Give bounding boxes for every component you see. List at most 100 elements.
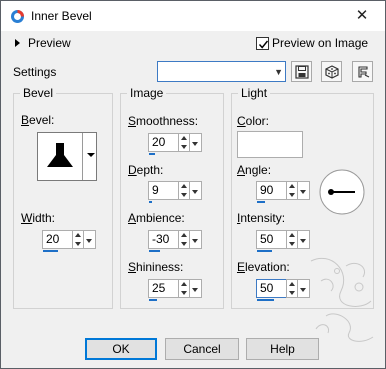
cancel-button[interactable]: Cancel xyxy=(165,338,239,360)
color-label: Color: xyxy=(237,114,270,128)
bevel-group-title: Bevel xyxy=(20,86,57,100)
width-stepper[interactable] xyxy=(72,230,84,249)
elevation-input[interactable]: 50 xyxy=(256,279,286,298)
help-button[interactable]: Help xyxy=(246,338,319,360)
arrow-up-icon[interactable] xyxy=(181,233,187,237)
shininess-input[interactable]: 25 xyxy=(148,279,178,298)
paint-icon xyxy=(11,10,24,23)
image-group-title: Image xyxy=(127,86,167,100)
depth-input[interactable]: 9 xyxy=(148,181,178,200)
light-color-swatch[interactable] xyxy=(237,131,303,158)
arrow-down-icon[interactable] xyxy=(181,145,187,149)
angle-slider-dropdown[interactable] xyxy=(298,181,310,200)
arrow-down-icon[interactable] xyxy=(181,242,187,246)
dice-icon xyxy=(325,65,339,79)
depth-stepper[interactable] xyxy=(178,181,190,200)
arrow-up-icon[interactable] xyxy=(289,184,295,188)
chevron-down-icon xyxy=(192,288,198,292)
depth-level-bar xyxy=(149,201,152,203)
elevation-level-bar xyxy=(257,299,274,301)
angle-stepper[interactable] xyxy=(286,181,298,200)
save-preset-button[interactable] xyxy=(291,61,312,82)
expand-arrow-icon[interactable] xyxy=(15,39,20,47)
ambience-level-bar xyxy=(149,250,160,252)
ok-button[interactable]: OK xyxy=(85,338,157,360)
chevron-down-icon xyxy=(192,239,198,243)
ambience-label: Ambience: xyxy=(128,211,185,225)
close-icon[interactable]: ✕ xyxy=(347,5,377,27)
width-slider-dropdown[interactable] xyxy=(84,230,96,249)
save-icon xyxy=(295,65,309,79)
checkmark-icon xyxy=(258,40,269,49)
bevel-shape-select[interactable] xyxy=(37,132,97,181)
angle-spinbox[interactable]: 90 xyxy=(256,181,310,203)
arrow-up-icon[interactable] xyxy=(75,233,81,237)
angle-label: Angle: xyxy=(237,163,272,177)
ambience-spinbox[interactable]: -30 xyxy=(148,230,202,252)
ambience-stepper[interactable] xyxy=(178,230,190,249)
elevation-stepper[interactable] xyxy=(286,279,298,298)
chevron-down-icon xyxy=(192,142,198,146)
arrow-down-icon[interactable] xyxy=(181,291,187,295)
smoothness-level-bar xyxy=(149,153,155,155)
smoothness-spinbox[interactable]: 20 xyxy=(148,133,202,155)
chevron-down-icon[interactable] xyxy=(87,153,95,157)
arrow-down-icon[interactable] xyxy=(289,242,295,246)
watermark-decoration xyxy=(310,257,374,342)
arrow-down-icon[interactable] xyxy=(181,193,187,197)
shininess-slider-dropdown[interactable] xyxy=(190,279,202,298)
angle-level-bar xyxy=(257,201,265,203)
angle-input[interactable]: 90 xyxy=(256,181,286,200)
depth-label: Depth: xyxy=(128,163,164,177)
smoothness-label: Smoothness: xyxy=(128,114,199,128)
arrow-down-icon[interactable] xyxy=(75,242,81,246)
arrow-up-icon[interactable] xyxy=(289,233,295,237)
settings-preset-select[interactable]: ▼ xyxy=(157,61,286,82)
arrow-up-icon[interactable] xyxy=(181,136,187,140)
width-label: Width: xyxy=(21,211,56,225)
preview-on-image-label[interactable]: Preview on Image xyxy=(272,36,368,50)
randomize-button[interactable] xyxy=(321,61,342,82)
preview-on-image-checkbox[interactable] xyxy=(256,37,269,50)
smoothness-slider-dropdown[interactable] xyxy=(190,133,202,152)
reset-icon xyxy=(358,66,370,78)
ambience-input[interactable]: -30 xyxy=(148,230,178,249)
width-spinbox[interactable]: 20 xyxy=(42,230,96,252)
shininess-stepper[interactable] xyxy=(178,279,190,298)
depth-spinbox[interactable]: 9 xyxy=(148,181,202,203)
shininess-label: Shininess: xyxy=(128,260,184,274)
arrow-up-icon[interactable] xyxy=(181,282,187,286)
window-title: Inner Bevel xyxy=(31,9,92,23)
bevel-shape-icon xyxy=(47,143,73,167)
shininess-level-bar xyxy=(149,299,157,301)
width-level-bar xyxy=(43,250,58,252)
intensity-level-bar xyxy=(257,250,272,252)
inner-bevel-dialog: Inner Bevel ✕ Preview Preview on Image S… xyxy=(0,0,386,369)
shininess-spinbox[interactable]: 25 xyxy=(148,279,202,301)
chevron-down-icon xyxy=(192,190,198,194)
chevron-down-icon[interactable]: ▼ xyxy=(274,67,283,77)
chevron-down-icon xyxy=(86,239,92,243)
ambience-slider-dropdown[interactable] xyxy=(190,230,202,249)
arrow-up-icon[interactable] xyxy=(181,184,187,188)
settings-label: Settings xyxy=(13,65,57,79)
reset-button[interactable] xyxy=(352,61,373,82)
smoothness-stepper[interactable] xyxy=(178,133,190,152)
smoothness-input[interactable]: 20 xyxy=(148,133,178,152)
width-input[interactable]: 20 xyxy=(42,230,72,249)
depth-slider-dropdown[interactable] xyxy=(190,181,202,200)
chevron-down-icon xyxy=(300,190,306,194)
angle-dial-icon[interactable] xyxy=(319,169,365,215)
intensity-stepper[interactable] xyxy=(286,230,298,249)
title-bar: Inner Bevel ✕ xyxy=(1,1,385,31)
bevel-select-divider xyxy=(82,133,83,180)
arrow-down-icon[interactable] xyxy=(289,193,295,197)
elevation-label: Elevation: xyxy=(237,260,290,274)
bevel-label: Bevel: xyxy=(21,113,55,127)
light-group-title: Light xyxy=(238,86,271,100)
arrow-up-icon[interactable] xyxy=(289,282,295,286)
intensity-label: Intensity: xyxy=(237,211,286,225)
preview-toggle[interactable]: Preview xyxy=(28,36,71,50)
intensity-input[interactable]: 50 xyxy=(256,230,286,249)
arrow-down-icon[interactable] xyxy=(289,291,295,295)
